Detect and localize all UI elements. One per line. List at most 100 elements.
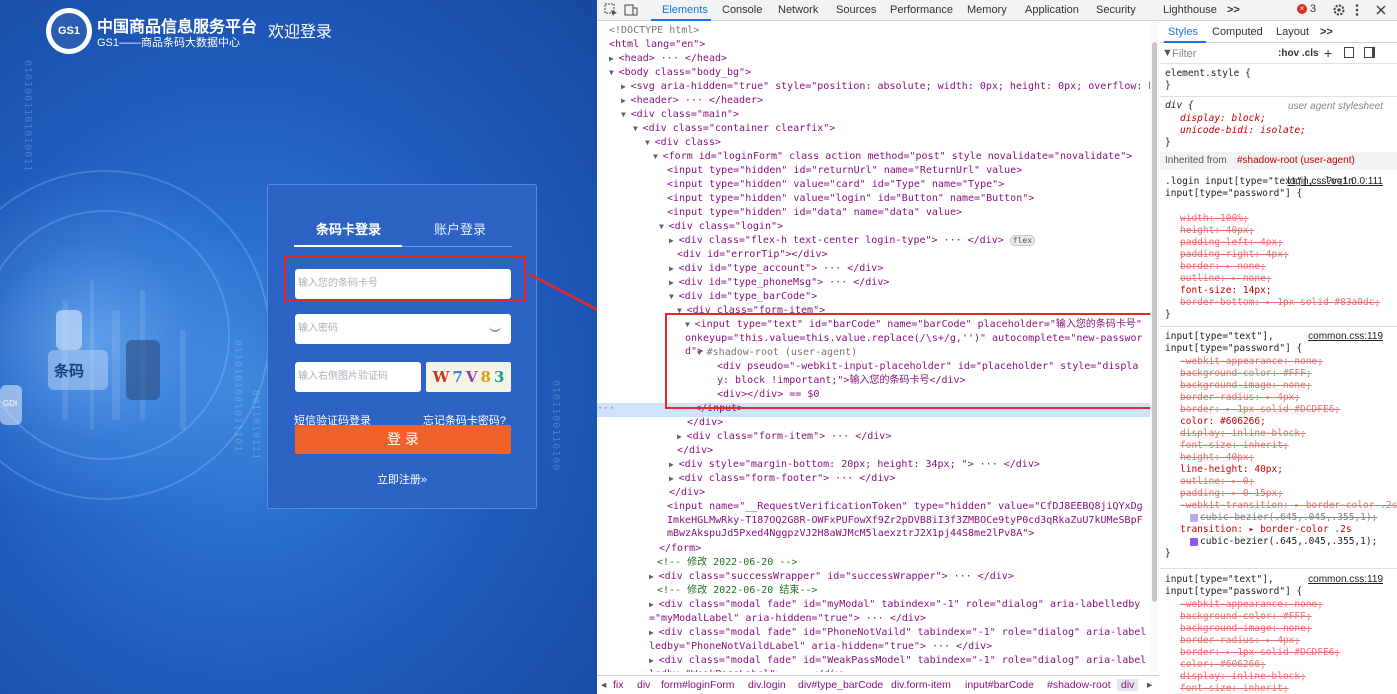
- css-declaration[interactable]: border-bottom: ▸ 1px solid #83a0dc;: [1180, 297, 1380, 309]
- tab-console[interactable]: Console: [722, 4, 762, 16]
- error-icon[interactable]: ×: [1297, 4, 1307, 14]
- captcha-image[interactable]: W 7 V 8 3: [426, 362, 511, 392]
- css-declaration[interactable]: padding-right: 4px;: [1180, 249, 1289, 261]
- error-count[interactable]: 3: [1310, 3, 1316, 15]
- css-declaration[interactable]: background-color: #FFF;: [1180, 611, 1312, 623]
- tab-computed[interactable]: Computed: [1212, 26, 1263, 38]
- computed-styles-toggle-icon[interactable]: [1344, 47, 1354, 58]
- dom-node[interactable]: </div>: [669, 486, 705, 500]
- dom-node[interactable]: ▶ <div class="modal fade" id="PhoneNotVa…: [649, 626, 1149, 654]
- easing-swatch-icon[interactable]: [1190, 537, 1198, 546]
- css-declaration[interactable]: display: block;: [1180, 113, 1266, 125]
- tab-network[interactable]: Network: [778, 4, 818, 16]
- css-declaration[interactable]: transition: ▸ border-color .2s: [1180, 524, 1352, 536]
- dom-node[interactable]: ▶ <div class="form-footer"> ··· </div>: [669, 472, 895, 486]
- breadcrumb-item[interactable]: div.login: [748, 679, 786, 691]
- ua-rule-selector[interactable]: div {: [1165, 100, 1194, 112]
- dom-node[interactable]: ▶ <header> ··· </header>: [621, 94, 763, 108]
- dom-node[interactable]: ▶ <div class="modal fade" id="myModal" t…: [649, 598, 1149, 626]
- dom-node[interactable]: <!DOCTYPE html>: [609, 24, 699, 38]
- hov-cls-toggles[interactable]: :hov .cls: [1278, 48, 1319, 59]
- dom-node[interactable]: ▼ <div class="main">: [621, 108, 739, 122]
- tab-security[interactable]: Security: [1096, 4, 1136, 16]
- filter-input[interactable]: Filter: [1172, 48, 1196, 60]
- dom-node[interactable]: ▼ <div id="type_barCode">: [669, 290, 817, 304]
- css-declaration[interactable]: border: ▸ none;: [1180, 261, 1266, 273]
- dom-node[interactable]: ▶ <div class="flex-h text-center login-t…: [669, 234, 1036, 248]
- css-declaration[interactable]: border: ▸ 1px solid #DCDFE6;: [1180, 404, 1340, 416]
- dom-comment[interactable]: <!-- 修改 2022-06-20 结束-->: [657, 584, 817, 598]
- tab-lighthouse[interactable]: Lighthouse: [1163, 4, 1217, 16]
- tab-sources[interactable]: Sources: [836, 4, 876, 16]
- gs1-logo[interactable]: GS1: [46, 8, 92, 54]
- dom-node[interactable]: ▼ <div class="container clearfix">: [633, 122, 835, 136]
- css-declaration[interactable]: display: inline-block;: [1180, 671, 1306, 683]
- login-button[interactable]: 登 录: [295, 425, 511, 454]
- dom-comment[interactable]: <!-- 修改 2022-06-20 -->: [657, 556, 797, 570]
- common-css-selector[interactable]: input[type="text"], input[type="password…: [1165, 574, 1305, 598]
- dom-node[interactable]: <input type="hidden" id="returnUrl" name…: [667, 164, 1022, 178]
- dom-node[interactable]: ▶ <div id="type_phoneMsg"> ··· </div>: [669, 276, 889, 290]
- css-declaration[interactable]: border-radius: ▸ 4px;: [1180, 635, 1300, 647]
- dom-node[interactable]: ▶ <div id="type_account"> ··· </div>: [669, 262, 883, 276]
- css-declaration[interactable]: background-image: none;: [1180, 623, 1312, 635]
- css-declaration[interactable]: font-size: 14px;: [1180, 285, 1272, 297]
- dom-node[interactable]: ▼ <form id="loginForm" class action meth…: [653, 150, 1132, 164]
- breadcrumb-item-active[interactable]: div: [1117, 679, 1139, 691]
- close-icon[interactable]: [1374, 3, 1388, 17]
- css-declaration[interactable]: color: #606266;: [1180, 659, 1266, 671]
- dom-node[interactable]: ▶ <div class="form-item"> ··· </div>: [677, 430, 891, 444]
- tab-account-login[interactable]: 账户登录: [434, 219, 486, 238]
- css-declaration[interactable]: border-radius: ▸ 4px;: [1180, 392, 1300, 404]
- css-declaration[interactable]: padding-left: 4px;: [1180, 237, 1283, 249]
- source-link-login-css[interactable]: login.css?v=1.0.0:111: [1287, 176, 1383, 187]
- dom-node[interactable]: <input type="hidden" value="card" id="Ty…: [667, 178, 1004, 192]
- css-declaration[interactable]: -webkit-appearance: none;: [1180, 599, 1323, 611]
- flex-badge[interactable]: flex: [1009, 235, 1036, 246]
- eye-closed-icon[interactable]: [489, 326, 501, 332]
- inspect-element-icon[interactable]: [604, 3, 618, 17]
- css-declaration[interactable]: -webkit-appearance: none;: [1180, 356, 1323, 368]
- sidebar-toggle-icon[interactable]: [1364, 47, 1375, 58]
- device-toolbar-icon[interactable]: [624, 3, 638, 17]
- add-rule-icon[interactable]: +: [1324, 45, 1332, 61]
- source-link-common-css[interactable]: common.css:119: [1308, 331, 1383, 342]
- register-link[interactable]: 立即注册»: [268, 471, 536, 487]
- password-input[interactable]: 输入密码: [295, 314, 511, 344]
- css-declaration[interactable]: outline: ▸ none;: [1180, 273, 1272, 285]
- css-declaration[interactable]: font-size: inherit;: [1180, 683, 1289, 694]
- css-declaration[interactable]: -webkit-transition: ▸ border-color .2s: [1180, 500, 1397, 512]
- tab-elements[interactable]: Elements: [662, 4, 708, 16]
- css-declaration[interactable]: width: 100%;: [1180, 213, 1249, 225]
- dom-node[interactable]: </div>: [677, 444, 713, 458]
- dom-node[interactable]: ▼ <body class="body_bg">: [609, 66, 751, 80]
- breadcrumb-item[interactable]: input#barCode: [965, 679, 1034, 691]
- css-declaration[interactable]: display: inline-block;: [1180, 428, 1306, 440]
- breadcrumb-scroll-right[interactable]: ▸: [1147, 679, 1152, 691]
- dom-node[interactable]: ▶ <div class="modal fade" id="WeakPassMo…: [649, 654, 1149, 672]
- css-declaration[interactable]: line-height: 40px;: [1180, 464, 1283, 476]
- dom-node-token-input[interactable]: <input name="__RequestVerificationToken"…: [667, 500, 1147, 542]
- breadcrumb-item[interactable]: #shadow-root: [1047, 679, 1111, 691]
- css-declaration[interactable]: color: #606266;: [1180, 416, 1266, 428]
- breadcrumb-item[interactable]: div: [637, 679, 650, 691]
- dom-node[interactable]: <html lang="en">: [609, 38, 705, 52]
- tab-application[interactable]: Application: [1025, 4, 1079, 16]
- dom-node[interactable]: ▶ <svg aria-hidden="true" style="positio…: [621, 80, 1158, 94]
- breadcrumb-item[interactable]: div.form-item: [891, 679, 951, 691]
- gear-icon[interactable]: [1332, 3, 1346, 17]
- css-declaration[interactable]: background-image: none;: [1180, 380, 1312, 392]
- dom-node[interactable]: ▶ <div style="margin-bottom: 20px; heigh…: [669, 458, 1040, 472]
- breadcrumb-item[interactable]: fix: [613, 679, 624, 691]
- more-tabs-button[interactable]: >>: [1227, 4, 1240, 16]
- css-declaration[interactable]: unicode-bidi: isolate;: [1180, 125, 1306, 137]
- more-panes-button[interactable]: >>: [1320, 26, 1333, 38]
- dom-node[interactable]: ▼ <div class="login">: [659, 220, 783, 234]
- tab-barcode-card-login[interactable]: 条码卡登录: [316, 219, 381, 238]
- scroll-thumb[interactable]: [1152, 42, 1157, 602]
- dom-node[interactable]: <input type="hidden" value="login" id="B…: [667, 192, 1034, 206]
- source-link-common-css[interactable]: common.css:119: [1308, 574, 1383, 585]
- css-declaration[interactable]: padding: ▸ 0 15px;: [1180, 488, 1283, 500]
- css-declaration[interactable]: border: ▸ 1px solid #DCDFE6;: [1180, 647, 1340, 659]
- css-declaration[interactable]: background-color: #FFF;: [1180, 368, 1312, 380]
